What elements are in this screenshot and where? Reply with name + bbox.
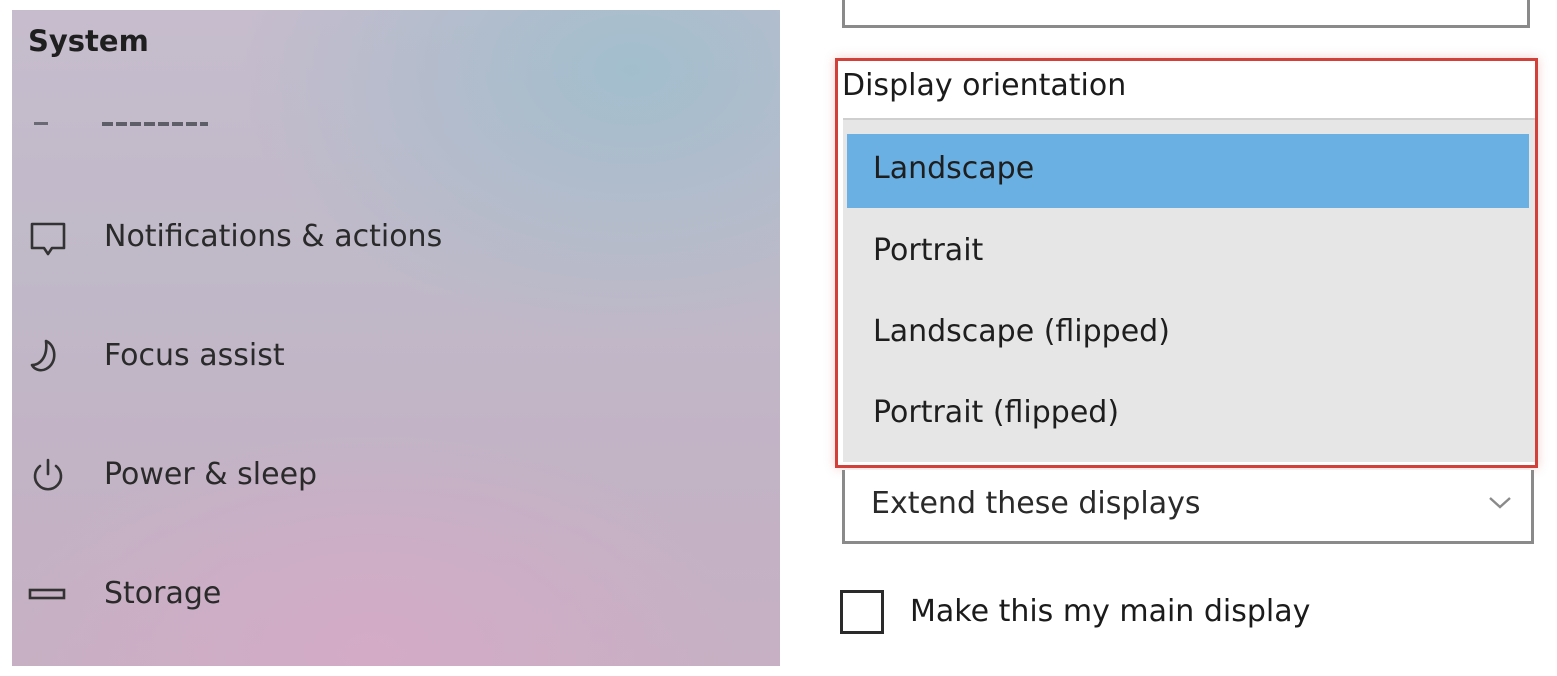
sidebar-item-storage[interactable]: Storage xyxy=(12,553,772,633)
sidebar-item-notifications[interactable]: Notifications & actions xyxy=(12,196,772,276)
sidebar-item-focus-assist[interactable]: Focus assist xyxy=(12,315,772,395)
storage-icon xyxy=(26,573,70,617)
partial-label xyxy=(102,122,208,126)
chevron-down-icon xyxy=(1487,492,1513,512)
main-display-checkbox-label: Make this my main display xyxy=(910,594,1311,629)
multiple-displays-value: Extend these displays xyxy=(871,486,1201,521)
notifications-icon xyxy=(26,216,70,260)
sidebar: System Notifications & actions Focus ass… xyxy=(12,10,780,666)
display-settings-panel: Display orientation Landscape Portrait L… xyxy=(780,0,1557,676)
sidebar-item-power-sleep[interactable]: Power & sleep xyxy=(12,434,772,514)
sidebar-title: System xyxy=(28,24,149,58)
sidebar-item-partial[interactable] xyxy=(34,118,234,130)
previous-dropdown[interactable] xyxy=(842,0,1530,28)
sidebar-item-label: Storage xyxy=(104,576,222,611)
settings-window: System Notifications & actions Focus ass… xyxy=(0,0,1557,676)
multiple-displays-dropdown[interactable]: Extend these displays xyxy=(842,470,1534,544)
partial-icon xyxy=(34,122,48,125)
power-icon xyxy=(26,454,70,498)
annotation-highlight-box xyxy=(835,58,1538,468)
sidebar-item-label: Power & sleep xyxy=(104,457,318,492)
main-display-checkbox-row[interactable]: Make this my main display xyxy=(840,588,1440,642)
main-display-checkbox[interactable] xyxy=(840,590,884,634)
sidebar-item-label: Notifications & actions xyxy=(104,219,443,254)
moon-icon xyxy=(26,335,70,379)
sidebar-item-label: Focus assist xyxy=(104,338,285,373)
